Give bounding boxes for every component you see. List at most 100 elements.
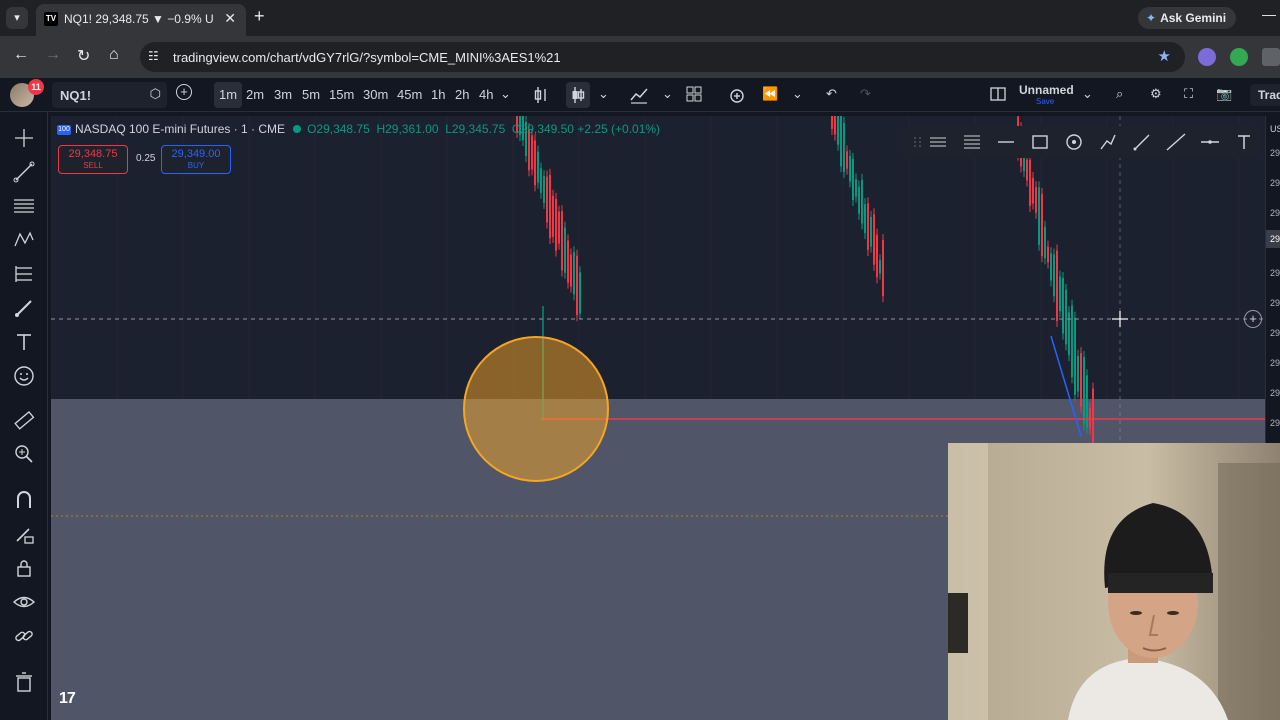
extended-line-icon[interactable] [1165,131,1187,153]
lock-pencil-icon[interactable] [12,522,36,546]
replay-icon[interactable]: ⏪ [762,86,778,102]
lock-icon[interactable] [12,556,36,580]
candle-body [564,227,566,273]
candle-body [570,254,572,287]
layout-grid-icon[interactable] [686,86,702,105]
timeframe-1h[interactable]: 1h [426,82,450,108]
timeframe-4h[interactable]: 4h [474,82,498,108]
trade-button[interactable]: Trad [1250,84,1280,106]
quick-search-icon[interactable]: ⌕ [1116,86,1123,102]
reload-icon[interactable]: ↻ [77,46,90,66]
trash-icon[interactable] [12,670,36,694]
new-tab-icon[interactable]: + [254,6,265,27]
forward-icon[interactable]: → [45,46,61,64]
candles-icon[interactable] [566,82,590,108]
horizontal-ray-icon[interactable] [995,131,1017,153]
notification-badge: 11 [28,79,44,95]
text-icon[interactable] [12,330,36,354]
ray-icon[interactable] [1131,131,1153,153]
panel-layout-icon[interactable] [990,86,1006,105]
path-icon[interactable] [1097,131,1119,153]
timeframe-3m[interactable]: 3m [269,82,297,108]
zoom-in-icon[interactable] [12,442,36,466]
bookmark-star-icon[interactable]: ★ [1158,47,1171,65]
candle-body [1053,254,1055,297]
buy-price: 29,349.00 [171,148,221,160]
ask-gemini-button[interactable]: ✦ Ask Gemini [1138,7,1237,29]
candle-body [537,151,539,183]
add-alert-plus-icon[interactable]: + [1244,310,1262,328]
buy-button[interactable]: 29,349.00 BUY [161,145,231,174]
timeframe-2h[interactable]: 2h [450,82,474,108]
trend-line[interactable] [1050,335,1082,437]
pattern-icon[interactable] [12,228,36,252]
forecast-icon[interactable] [12,262,36,286]
url-field[interactable]: ☷ tradingview.com/chart/vdGY7rlG/?symbol… [140,42,1185,72]
fullscreen-icon[interactable]: ⛶ [1184,86,1193,102]
snapshot-camera-icon[interactable]: 📷 [1216,86,1232,102]
fib-lines-icon[interactable] [961,131,983,153]
crosshair-icon[interactable] [12,126,36,150]
layout-dropdown-icon[interactable]: ⌄ [1082,86,1093,102]
timeframe-1m[interactable]: 1m [214,82,243,108]
rectangle-icon[interactable] [1029,131,1051,153]
candle-body [579,272,581,314]
link-icon[interactable] [12,624,36,648]
magnet-icon[interactable] [12,488,36,512]
compare-symbol-icon[interactable]: + [176,84,192,100]
spread-value: 0.25 [136,153,156,164]
extension-icon[interactable] [1198,48,1216,66]
trend-line-icon[interactable] [12,160,36,184]
layout-save-label[interactable]: Save [1036,97,1054,106]
candle-body [861,180,863,224]
extension-icon[interactable] [1230,48,1248,66]
horizontal-lines-icon[interactable] [927,131,949,153]
chart-type-dropdown-icon[interactable]: ⌄ [598,86,609,102]
tab-close-icon[interactable]: ✕ [224,10,236,27]
tab-search-icon[interactable]: ▾ [6,7,28,29]
symbol-search-button[interactable]: NQ1! ⬡ [52,82,167,108]
timeframe-5m[interactable]: 5m [297,82,325,108]
alert-icon[interactable] [728,86,746,107]
sell-button[interactable]: 29,348.75 SELL [58,145,128,174]
replay-dropdown-icon[interactable]: ⌄ [792,86,803,102]
drag-handle-icon[interactable] [907,131,929,153]
timeframe-30m[interactable]: 30m [358,82,393,108]
indicators-icon[interactable] [630,86,648,107]
timeframe-dropdown-icon[interactable]: ⌄ [500,86,511,102]
text-tool-icon[interactable] [1233,131,1255,153]
undo-icon[interactable]: ↶ [826,86,837,102]
candle-body [1038,187,1040,245]
drawing-toolbar [0,112,48,720]
home-icon[interactable]: ⌂ [109,46,119,64]
redo-icon[interactable]: ↷ [860,86,871,102]
timeframe-2m[interactable]: 2m [241,82,269,108]
circle-target-icon[interactable] [1063,131,1085,153]
brush-icon[interactable] [12,296,36,320]
fib-retracement-icon[interactable] [12,194,36,218]
browser-tab[interactable]: TV NQ1! 29,348.75 ▼ −0.9% Unnamed ✕ [36,4,246,36]
minimize-window-icon[interactable]: — [1262,6,1276,22]
back-icon[interactable]: ← [13,46,29,64]
layout-name[interactable]: Unnamed [1019,83,1074,97]
indicators-dropdown-icon[interactable]: ⌄ [662,86,673,102]
legend-title[interactable]: NASDAQ 100 E-mini Futures · 1 · CME [75,122,285,136]
bar-style-icon[interactable] [534,86,548,107]
webcam-overlay [948,443,1280,720]
candle-body [1077,355,1079,392]
site-settings-icon[interactable]: ☷ [148,49,159,63]
extensions-puzzle-icon[interactable] [1262,48,1280,66]
settings-gear-icon[interactable]: ⚙ [1150,86,1162,102]
ruler-icon[interactable] [12,408,36,432]
market-open-icon [293,125,302,133]
candle-body [567,240,569,283]
horizontal-line-icon[interactable] [1199,131,1221,153]
timeframe-45m[interactable]: 45m [392,82,427,108]
highlight-circle[interactable] [463,336,609,482]
candle-body [1080,353,1082,407]
emoji-icon[interactable] [12,364,36,388]
timeframe-15m[interactable]: 15m [324,82,359,108]
eye-icon[interactable] [12,590,36,614]
tab-title: NQ1! 29,348.75 ▼ −0.9% Unnamed [64,12,214,26]
price-tick: 29 [1270,358,1280,368]
